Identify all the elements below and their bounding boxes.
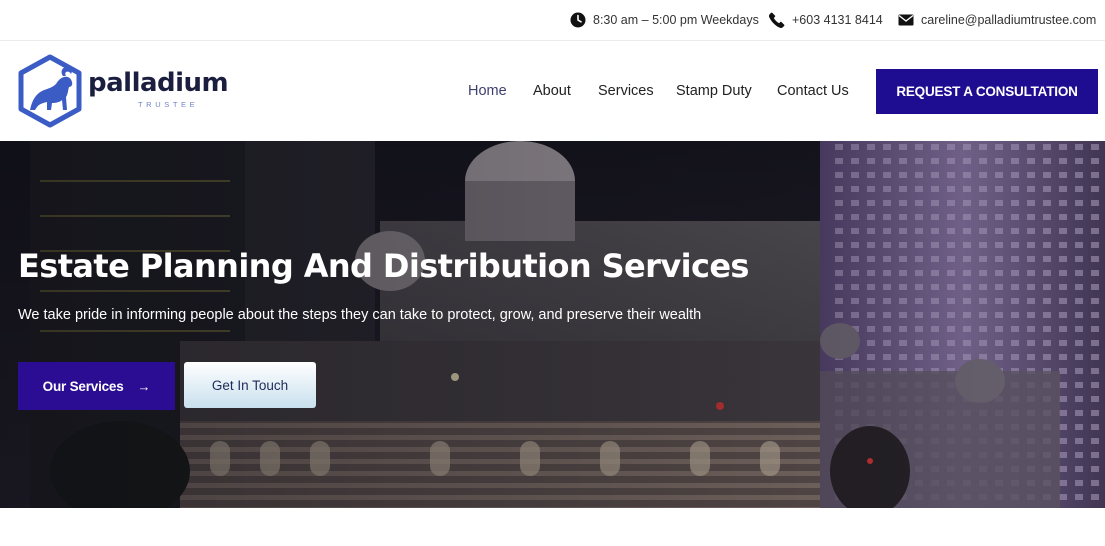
logo-tagline: TRUSTEE: [138, 100, 199, 109]
hours-text: 8:30 am – 5:00 pm Weekdays: [593, 13, 759, 27]
business-hours: 8:30 am – 5:00 pm Weekdays: [570, 10, 759, 30]
clock-icon: [570, 12, 586, 28]
hero-subtitle: We take pride in informing people about …: [18, 307, 702, 323]
email-text: careline@palladiumtrustee.com: [921, 13, 1097, 27]
nav-contact-us[interactable]: Contact Us: [777, 80, 849, 102]
phone-text: +603 4131 8414: [792, 13, 883, 27]
phone-link[interactable]: +603 4131 8414: [769, 10, 883, 30]
get-in-touch-button[interactable]: Get In Touch: [184, 362, 316, 408]
nav-home[interactable]: Home: [468, 80, 507, 102]
palladium-logo[interactable]: palladium TRUSTEE: [16, 54, 229, 128]
our-services-button[interactable]: Our Services →: [18, 362, 175, 410]
phone-icon: [769, 12, 785, 28]
top-info-bar: 8:30 am – 5:00 pm Weekdays +603 4131 841…: [0, 0, 1105, 41]
ram-shield-logo-icon: [18, 54, 82, 128]
our-services-label: Our Services: [42, 378, 124, 394]
hero-overlay: [0, 141, 1105, 508]
nav-services[interactable]: Services: [598, 80, 654, 102]
nav-about[interactable]: About: [533, 80, 571, 102]
logo-wordmark: palladium: [88, 68, 229, 98]
arrow-right-icon: →: [137, 378, 151, 394]
envelope-icon: [898, 14, 914, 26]
site-header: palladium TRUSTEE Home About Services St…: [0, 42, 1105, 141]
hero-title: Estate Planning And Distribution Service…: [18, 247, 749, 285]
nav-stamp-duty[interactable]: Stamp Duty: [676, 80, 752, 102]
request-consultation-button[interactable]: REQUEST A CONSULTATION: [876, 69, 1098, 114]
email-link[interactable]: careline@palladiumtrustee.com: [898, 10, 1096, 30]
hero-banner: Estate Planning And Distribution Service…: [0, 141, 1105, 508]
